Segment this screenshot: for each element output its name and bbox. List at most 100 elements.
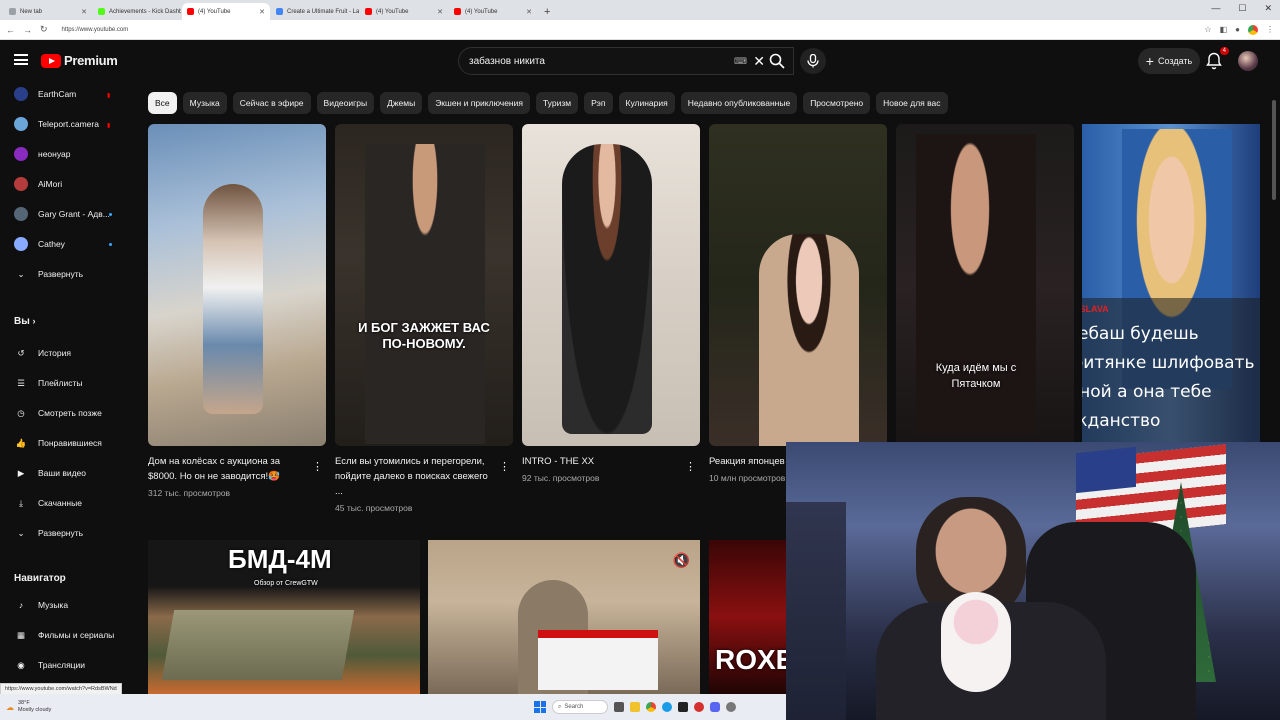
sidebar-item[interactable]: ◉ Трансляции [8, 652, 126, 678]
chrome-taskbar-icon[interactable] [646, 702, 656, 712]
filter-chip[interactable]: Сейчас в эфире [232, 92, 311, 114]
browser-tab[interactable]: Create a Ultimate Fruit - Labeled E✕ [271, 3, 359, 20]
video-thumbnail-1[interactable] [148, 124, 326, 446]
close-tab-icon[interactable]: ✕ [437, 8, 443, 16]
maximize-icon[interactable]: ☐ [1238, 3, 1246, 14]
browser-tab[interactable]: (4) YouTube ✕ [449, 3, 537, 20]
sidebar-item[interactable]: ☰ Плейлисты [8, 370, 126, 396]
browser-tab[interactable]: New tab ✕ [4, 3, 92, 20]
discord-icon[interactable] [710, 702, 720, 712]
sidebar-subscription[interactable]: Cathey [8, 231, 126, 257]
app-icon[interactable] [694, 702, 704, 712]
star-icon[interactable]: ☆ [1204, 25, 1211, 34]
filter-chip[interactable]: Джемы [380, 92, 423, 114]
tab-favicon-icon [365, 8, 372, 15]
filter-chip[interactable]: Новое для вас [876, 92, 948, 114]
scrollbar[interactable] [1272, 100, 1276, 200]
sidebar-item[interactable]: ⤓ Скачанные [8, 490, 126, 516]
browser-tab[interactable]: (4) YouTube ✕ [360, 3, 448, 20]
sidebar-subscription[interactable]: Gary Grant - Адв... [8, 201, 126, 227]
expand-you-button[interactable]: ⌄ Развернуть [8, 520, 126, 546]
chrome-icon[interactable] [1248, 24, 1258, 35]
video-meta-4: Реакция японцев н 10 млн просмотров [709, 454, 785, 483]
close-tab-icon[interactable]: ✕ [259, 8, 265, 16]
video-thumbnail-3[interactable] [522, 124, 700, 446]
more-actions-icon[interactable]: ⋮ [312, 460, 323, 473]
sidebar-item[interactable]: ▶ Ваши видео [8, 460, 126, 486]
taskbar-search-label: Search [564, 704, 584, 710]
sidebar-item[interactable]: ↺ История [8, 340, 126, 366]
edge-icon[interactable] [662, 702, 672, 712]
video-thumbnail-9[interactable]: ROXET [709, 540, 789, 694]
minimize-icon[interactable]: — [1211, 3, 1220, 14]
video-title[interactable]: Дом на колёсах с аукциона за $8000. Но о… [148, 454, 308, 484]
filter-chip[interactable]: Просмотрено [803, 92, 871, 114]
video-thumbnail-2[interactable]: И БОГ ЗАЖЖЕТ ВАС ПО-НОВОМУ. [335, 124, 513, 446]
filter-chip[interactable]: Экшен и приключения [428, 92, 530, 114]
filter-chip[interactable]: Туризм [535, 92, 579, 114]
notifications-button[interactable]: 4 [1206, 47, 1229, 70]
browser-tabbar: New tab✕Achievements - Kick Dashboard✕(4… [0, 0, 1280, 20]
filter-chip[interactable]: Кулинария [618, 92, 675, 114]
sidebar-subscription[interactable]: Teleport.camera ▮ [8, 111, 126, 137]
forward-icon[interactable]: → [23, 25, 32, 35]
youtube-logo[interactable]: Premium [41, 53, 118, 68]
filter-chip[interactable]: Видеоигры [316, 92, 375, 114]
chevron-right-icon: › [32, 316, 36, 326]
profile-icon[interactable]: ● [1235, 25, 1240, 34]
expand-subscriptions-button[interactable]: ⌄ Развернуть [8, 261, 126, 287]
menu-icon[interactable]: ⋮ [1266, 25, 1274, 34]
video-thumbnail-8[interactable]: 🔇 [428, 540, 700, 694]
sidebar-item[interactable]: ▦ Фильмы и сериалы [8, 622, 126, 648]
voice-search-button[interactable] [800, 48, 826, 74]
search-button[interactable] [760, 47, 794, 75]
account-avatar[interactable] [1238, 51, 1258, 71]
app-icon[interactable] [678, 702, 688, 712]
reload-icon[interactable]: ↻ [40, 24, 48, 35]
more-actions-icon[interactable]: ⋮ [499, 460, 510, 473]
create-button[interactable]: + Создать [1138, 48, 1200, 74]
filter-chip[interactable]: Рэп [584, 92, 613, 114]
filter-chip[interactable]: Недавно опубликованные [680, 92, 798, 114]
close-window-icon[interactable]: ✕ [1264, 3, 1272, 14]
video-thumbnail-4[interactable] [709, 124, 887, 446]
hamburger-menu-icon[interactable] [14, 54, 28, 65]
video-thumbnail-7[interactable]: БМД-4М Обзор от CrewGTW [148, 540, 420, 694]
taskbar-search[interactable]: ⌕ Search [552, 700, 608, 714]
sidebar-subscription[interactable]: неонуар [8, 141, 126, 167]
filter-chip[interactable]: Музыка [182, 92, 227, 114]
browser-tab[interactable]: Achievements - Kick Dashboard✕ [93, 3, 181, 20]
more-actions-icon[interactable]: ⋮ [685, 460, 696, 473]
windows-start-icon[interactable] [534, 701, 546, 713]
you-section-heading[interactable]: Вы › [14, 316, 36, 327]
sidebar-item[interactable]: ◷ Смотреть позже [8, 400, 126, 426]
video-thumbnail-6[interactable]: ALKASHSLAVA так ебаш будешь негритянке ш… [1082, 124, 1260, 446]
browser-tab[interactable]: (4) YouTube ✕ [182, 3, 270, 20]
video-title[interactable]: INTRO - THE XX [522, 454, 682, 469]
back-icon[interactable]: ← [6, 25, 15, 35]
video-thumbnail-5[interactable]: Куда идём мы с Пятачком [896, 124, 1074, 446]
search-input[interactable]: забазнов никита ⌨ ✕ [458, 47, 794, 75]
weather-widget[interactable]: ☁ 38°F Mostly cloudy [6, 700, 51, 714]
sidebar-subscription[interactable]: AiMori [8, 171, 126, 197]
channel-name: Teleport.camera [38, 119, 99, 129]
tab-favicon-icon [187, 8, 194, 15]
video-title[interactable]: Реакция японцев н [709, 454, 785, 469]
task-view-icon[interactable] [614, 702, 624, 712]
video-title[interactable]: Если вы утомились и перегорели, пойдите … [335, 454, 495, 499]
sidebar-item[interactable]: 👍 Понравившиеся [8, 430, 126, 456]
extensions-icon[interactable]: ◧ [1220, 25, 1228, 34]
channel-name: неонуар [38, 149, 71, 159]
streamer-name-overlay: ALKASHSLAVA [1082, 304, 1109, 314]
sidebar-item[interactable]: ♪ Музыка [8, 592, 126, 618]
keyboard-icon[interactable]: ⌨ [734, 56, 747, 67]
sidebar-subscription[interactable]: EarthCam ▮ [8, 81, 126, 107]
filter-chip[interactable]: Все [148, 92, 177, 114]
mute-icon[interactable]: 🔇 [673, 552, 690, 569]
url-field[interactable]: https://www.youtube.com [62, 27, 129, 33]
new-tab-button[interactable]: + [538, 3, 556, 20]
close-tab-icon[interactable]: ✕ [81, 8, 87, 16]
file-explorer-icon[interactable] [630, 702, 640, 712]
close-tab-icon[interactable]: ✕ [526, 8, 532, 16]
settings-icon[interactable] [726, 702, 736, 712]
